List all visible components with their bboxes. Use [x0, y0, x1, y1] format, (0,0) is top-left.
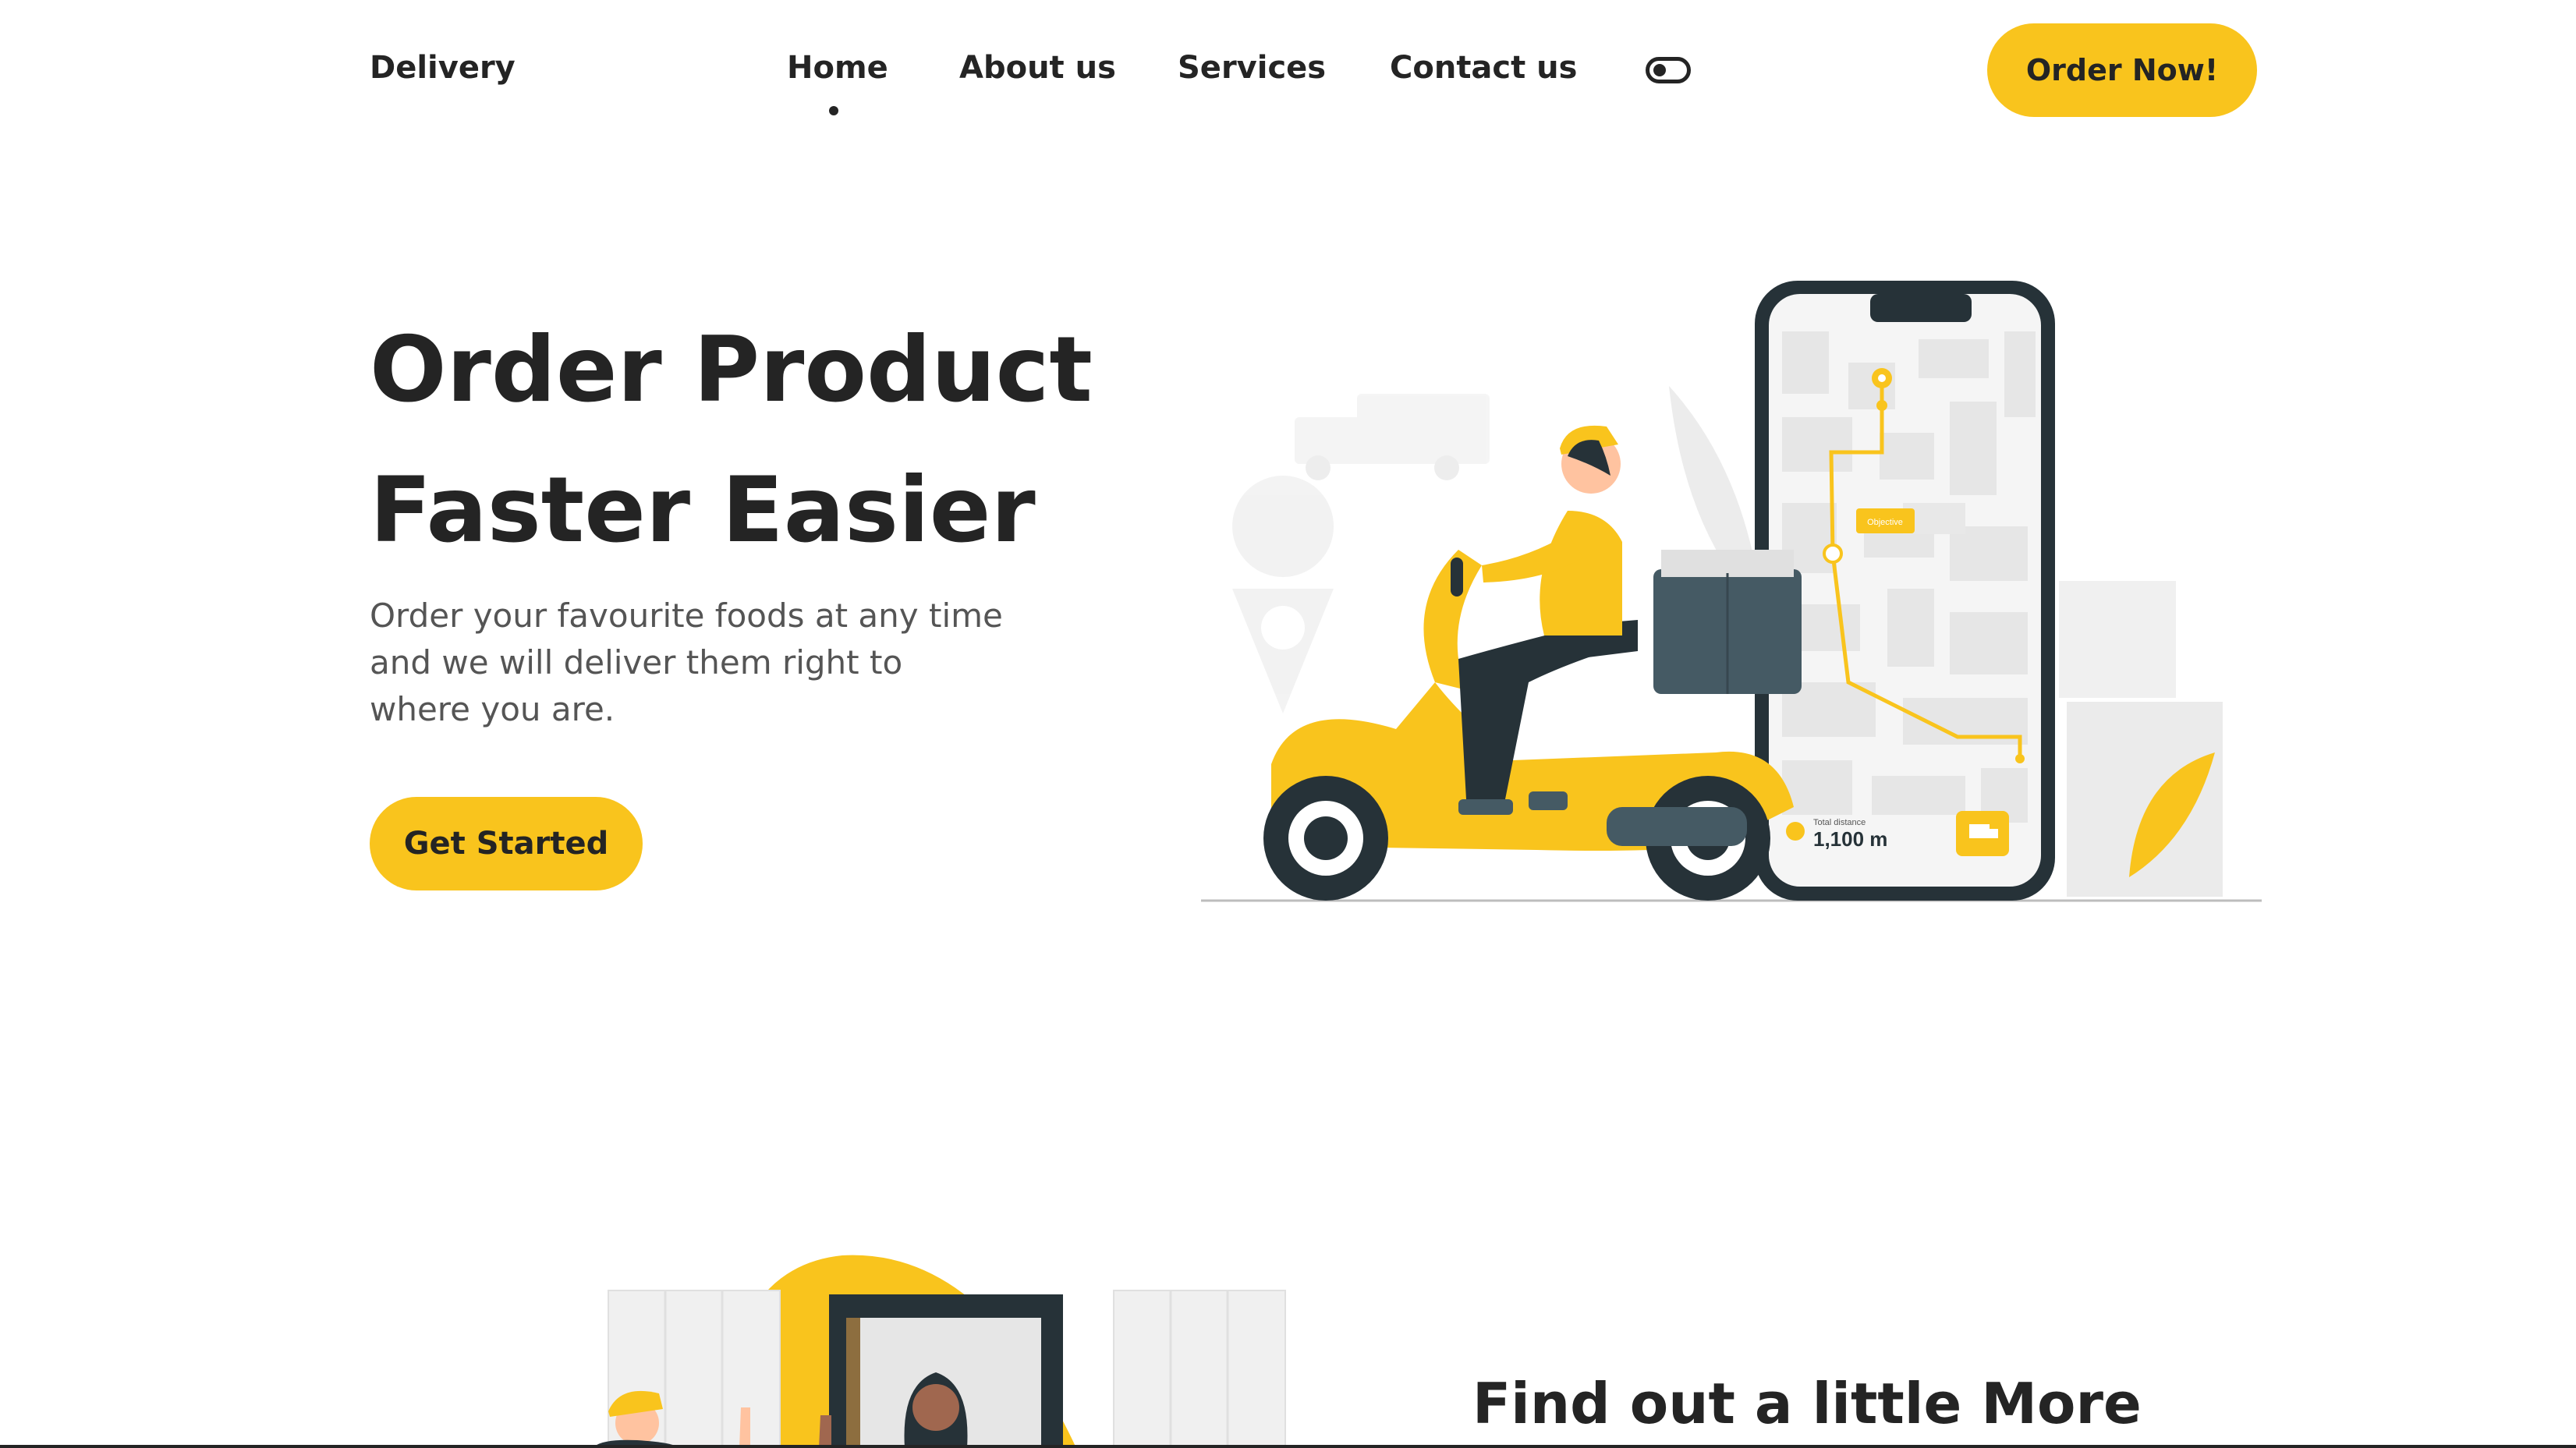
- background-box: [2059, 581, 2176, 698]
- nav-about-us[interactable]: About us: [959, 50, 1116, 86]
- nav-services[interactable]: Services: [1178, 50, 1326, 86]
- map-objective-label: Objective: [1867, 518, 1903, 527]
- background-box: [2067, 702, 2223, 897]
- theme-toggle-icon[interactable]: [1646, 57, 1691, 83]
- background-truck-icon: [1295, 394, 1490, 480]
- doorstep-delivery-illustration: [593, 1255, 1286, 1448]
- delivery-scooter-illustration: Objective Total distance 1,100 m: [1201, 281, 2262, 902]
- page-bottom-edge: [0, 1445, 2576, 1448]
- total-distance-label: Total distance: [1813, 818, 1866, 827]
- order-now-button[interactable]: Order Now!: [1987, 23, 2257, 117]
- nav-home[interactable]: Home: [787, 50, 888, 86]
- brand-logo[interactable]: Delivery: [370, 50, 516, 86]
- background-location-pin-icon: [1232, 476, 1334, 713]
- toggle-knob: [1653, 64, 1666, 76]
- get-started-button[interactable]: Get Started: [370, 797, 643, 890]
- more-section-title: Find out a little More: [1472, 1371, 2142, 1436]
- active-indicator: [829, 106, 838, 115]
- hero-title-line-2: Faster Easier: [370, 458, 1036, 563]
- nav-contact-us[interactable]: Contact us: [1390, 50, 1577, 86]
- hero-description: Order your favourite foods at any time a…: [370, 597, 1003, 728]
- hero-title: Order Product Faster Easier: [370, 300, 1150, 581]
- hero-title-line-1: Order Product: [370, 317, 1093, 423]
- total-distance-value: 1,100 m: [1813, 827, 1887, 851]
